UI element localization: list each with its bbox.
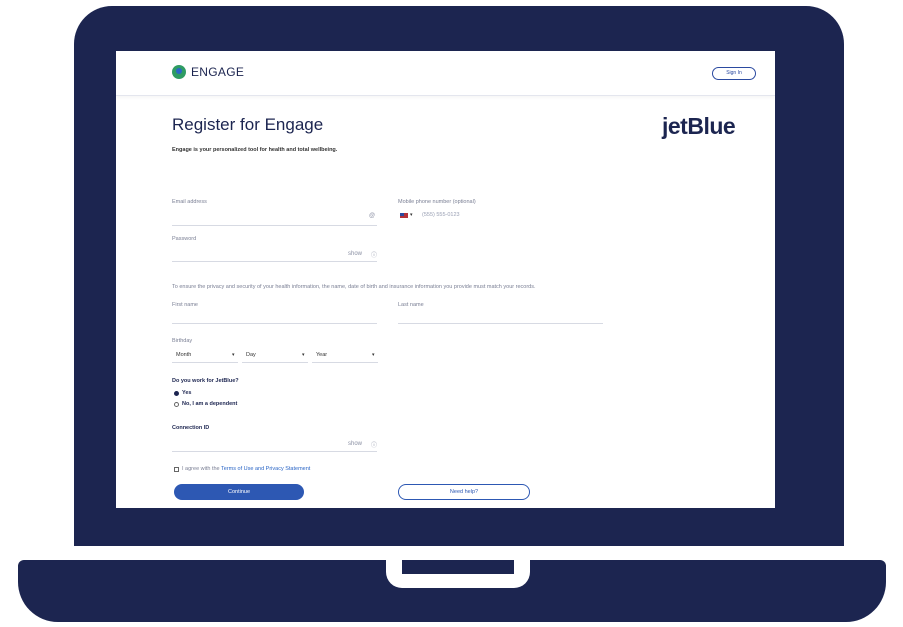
day-select-underline: [242, 362, 308, 363]
last-name-field[interactable]: [398, 323, 603, 324]
laptop-notch-inner: [402, 560, 514, 574]
identity-notice: To ensure the privacy and security of yo…: [172, 284, 536, 290]
info-icon[interactable]: ⓘ: [371, 440, 377, 449]
laptop-screen: ENGAGE Sign In Register for Engage Engag…: [116, 51, 775, 508]
chevron-down-icon[interactable]: ▾: [232, 352, 235, 358]
day-select[interactable]: Day: [246, 352, 256, 358]
last-name-label: Last name: [398, 302, 424, 308]
phone-label: Mobile phone number (optional): [398, 199, 476, 205]
password-label: Password: [172, 236, 197, 242]
terms-text: I agree with the Terms of Use and Privac…: [182, 466, 310, 472]
first-name-label: First name: [172, 302, 198, 308]
password-field[interactable]: [172, 261, 377, 262]
work-question: Do you work for JetBlue?: [172, 378, 239, 384]
at-sign-icon: @: [369, 213, 376, 219]
engage-logo-icon: [172, 65, 186, 79]
page-title: Register for Engage: [172, 115, 324, 134]
birthday-label: Birthday: [172, 338, 193, 344]
radio-yes[interactable]: [174, 391, 179, 396]
radio-dependent[interactable]: [174, 402, 179, 407]
jetblue-logo: jetBlue: [662, 113, 736, 139]
option-dependent-label: No, I am a dependent: [182, 401, 238, 407]
continue-button[interactable]: Continue: [174, 484, 304, 500]
top-navigation-bar: ENGAGE Sign In: [116, 51, 775, 96]
terms-checkbox[interactable]: [174, 467, 179, 472]
show-password-toggle[interactable]: show: [348, 251, 362, 257]
email-label: Email address: [172, 199, 207, 205]
phone-input[interactable]: (555) 555-0123: [422, 212, 460, 218]
connection-id-label: Connection ID: [172, 425, 210, 431]
year-select[interactable]: Year: [316, 352, 327, 358]
chevron-down-icon[interactable]: ▾: [372, 352, 375, 358]
chevron-down-icon[interactable]: ▾: [302, 352, 305, 358]
first-name-field[interactable]: [172, 323, 377, 324]
terms-prefix: I agree with the: [182, 466, 222, 472]
option-yes-label: Yes: [182, 390, 192, 396]
brand-name: ENGAGE: [191, 65, 245, 79]
show-connection-id-toggle[interactable]: show: [348, 441, 362, 447]
terms-link[interactable]: Terms of Use and Privacy Statement: [221, 466, 310, 472]
sign-in-button[interactable]: Sign In: [712, 67, 756, 80]
month-select[interactable]: Month: [176, 352, 191, 358]
month-select-underline: [172, 362, 238, 363]
page-subtitle: Engage is your personalized tool for hea…: [172, 147, 338, 153]
year-select-underline: [312, 362, 378, 363]
brand[interactable]: ENGAGE: [172, 65, 244, 79]
connection-id-field[interactable]: [172, 451, 377, 452]
us-flag-icon[interactable]: [400, 213, 408, 218]
email-field[interactable]: [172, 225, 377, 226]
chevron-down-icon[interactable]: ▾: [410, 212, 413, 218]
need-help-button[interactable]: Need help?: [398, 484, 530, 500]
info-icon[interactable]: ⓘ: [371, 250, 377, 259]
